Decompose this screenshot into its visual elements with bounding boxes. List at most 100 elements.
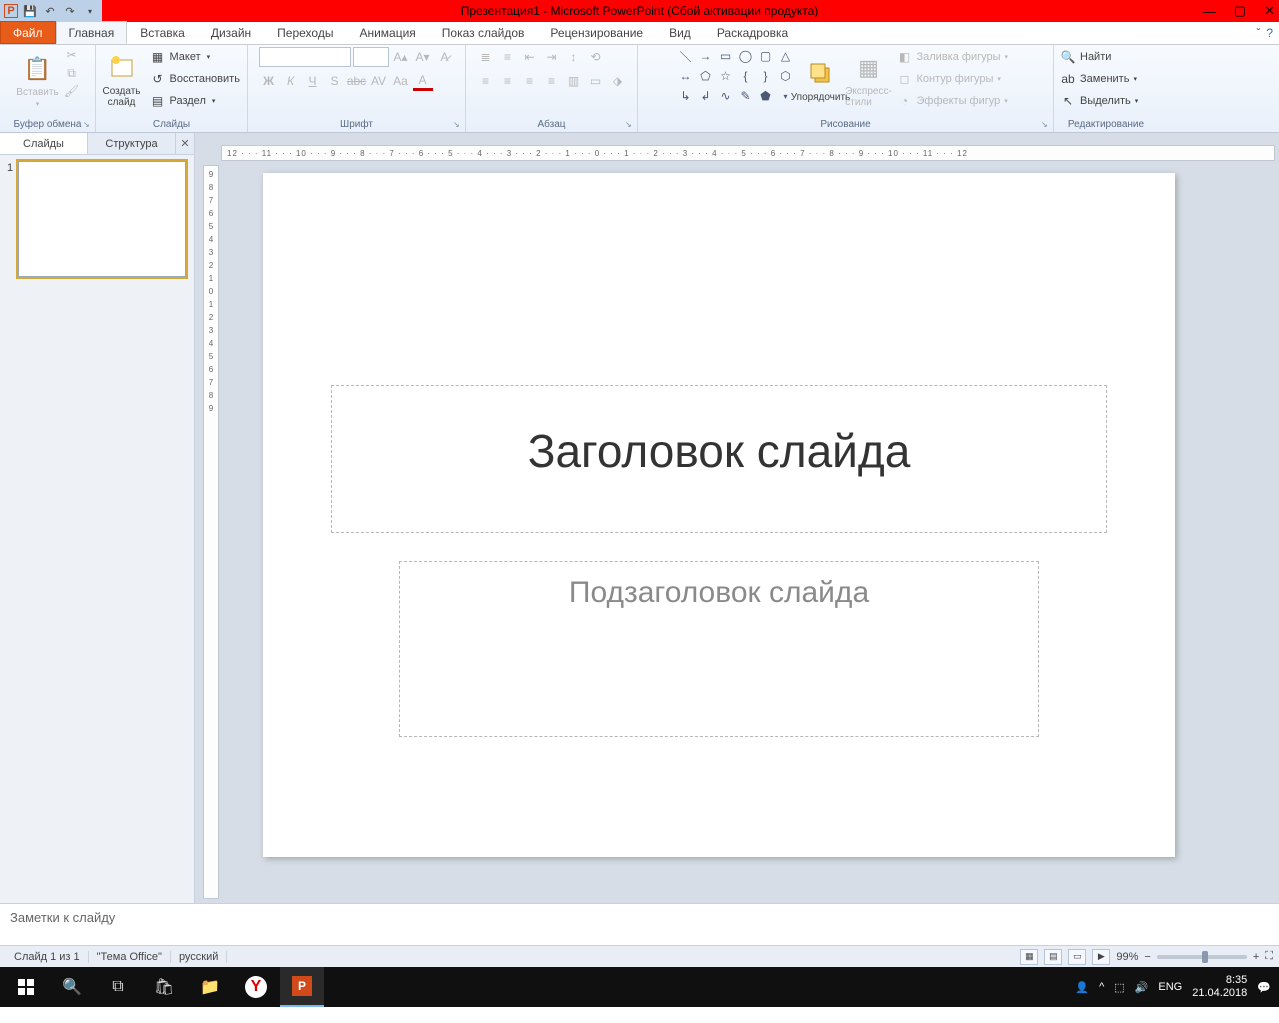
- slideshow-view-icon[interactable]: ▶: [1092, 949, 1110, 965]
- align-center-icon[interactable]: ≡: [498, 71, 518, 91]
- font-size-select[interactable]: [353, 47, 389, 67]
- shape-star-icon[interactable]: ☆: [717, 67, 735, 85]
- zoom-slider[interactable]: [1157, 955, 1247, 959]
- store-icon[interactable]: 🛍: [142, 967, 186, 1007]
- tab-insert[interactable]: Вставка: [127, 21, 198, 44]
- shape-effects-button[interactable]: ◔Эффекты фигур▾: [895, 91, 1015, 111]
- new-slide-button[interactable]: Создать слайд: [100, 47, 144, 113]
- tab-home[interactable]: Главная: [56, 21, 128, 44]
- zoom-percent[interactable]: 99%: [1116, 951, 1138, 963]
- shadow-icon[interactable]: S: [325, 71, 345, 91]
- underline-icon[interactable]: Ч: [303, 71, 323, 91]
- shape-outline-button[interactable]: ◻Контур фигуры▾: [895, 69, 1015, 89]
- shapes-gallery[interactable]: ＼ → ▭ ◯ ▢ △ ↔ ⬠ ☆ { } ⬡ ↳ ↲ ∿ ✎ ⬟ ▾: [677, 47, 795, 105]
- tab-transitions[interactable]: Переходы: [264, 21, 346, 44]
- shape-line-icon[interactable]: ＼: [677, 47, 695, 65]
- line-spacing-icon[interactable]: ↕: [564, 47, 584, 67]
- fit-to-window-icon[interactable]: ⛶: [1265, 950, 1273, 963]
- shape-fill-button[interactable]: ◧Заливка фигуры▾: [895, 47, 1015, 67]
- tray-up-icon[interactable]: ^: [1099, 981, 1104, 993]
- select-button[interactable]: ↖Выделить▾: [1058, 91, 1154, 111]
- tab-outline[interactable]: Структура: [88, 133, 176, 154]
- shape-brace2-icon[interactable]: }: [757, 67, 775, 85]
- task-view-icon[interactable]: ⧉: [96, 967, 140, 1007]
- ribbon-collapse-icon[interactable]: ˇ: [1256, 26, 1260, 40]
- sorter-view-icon[interactable]: ▤: [1044, 949, 1062, 965]
- indent-dec-icon[interactable]: ⇤: [520, 47, 540, 67]
- indent-inc-icon[interactable]: ⇥: [542, 47, 562, 67]
- paragraph-launcher-icon[interactable]: ↘: [625, 120, 635, 130]
- tab-slides-thumb[interactable]: Слайды: [0, 133, 88, 154]
- search-icon[interactable]: 🔍: [50, 967, 94, 1007]
- subtitle-placeholder[interactable]: Подзаголовок слайда: [399, 561, 1039, 737]
- shape-callout-icon[interactable]: ⬠: [697, 67, 715, 85]
- redo-icon[interactable]: ↷: [62, 3, 78, 19]
- minimize-button[interactable]: —: [1203, 4, 1216, 19]
- panel-close-icon[interactable]: ✕: [176, 133, 194, 154]
- align-text-icon[interactable]: ▭: [586, 71, 606, 91]
- copy-icon[interactable]: ⧉: [64, 65, 80, 81]
- shape-rrect-icon[interactable]: ▢: [757, 47, 775, 65]
- reading-view-icon[interactable]: ▭: [1068, 949, 1086, 965]
- title-placeholder[interactable]: Заголовок слайда: [331, 385, 1107, 533]
- tab-slideshow[interactable]: Показ слайдов: [429, 21, 538, 44]
- arrange-button[interactable]: Упорядочить: [799, 47, 843, 113]
- slide-thumbnail-1[interactable]: 1: [18, 161, 186, 277]
- save-icon[interactable]: 💾: [22, 3, 38, 19]
- zoom-out-icon[interactable]: −: [1144, 951, 1150, 963]
- numbering-icon[interactable]: ≡: [498, 47, 518, 67]
- format-painter-icon[interactable]: 🖌: [64, 83, 80, 99]
- tab-design[interactable]: Дизайн: [198, 21, 264, 44]
- powerpoint-taskbar-icon[interactable]: P: [280, 967, 324, 1007]
- smartart-icon[interactable]: ⬗: [608, 71, 628, 91]
- tab-animation[interactable]: Анимация: [346, 21, 428, 44]
- font-launcher-icon[interactable]: ↘: [453, 120, 463, 130]
- section-button[interactable]: ▤Раздел ▾: [148, 91, 244, 111]
- shape-connector1-icon[interactable]: ↳: [677, 87, 695, 105]
- font-family-select[interactable]: [259, 47, 351, 67]
- cut-icon[interactable]: ✂: [64, 47, 80, 63]
- justify-icon[interactable]: ≡: [542, 71, 562, 91]
- tab-file[interactable]: Файл: [0, 21, 56, 44]
- layout-button[interactable]: ▦Макет ▾: [148, 47, 244, 67]
- strikethrough-icon[interactable]: abc: [347, 71, 367, 91]
- start-button[interactable]: [4, 967, 48, 1007]
- notifications-icon[interactable]: 💬: [1257, 981, 1271, 994]
- shape-rect-icon[interactable]: ▭: [717, 47, 735, 65]
- shape-freeform-icon[interactable]: ✎: [737, 87, 755, 105]
- align-left-icon[interactable]: ≡: [476, 71, 496, 91]
- shape-oval-icon[interactable]: ◯: [737, 47, 755, 65]
- shape-triangle-icon[interactable]: △: [777, 47, 795, 65]
- italic-icon[interactable]: К: [281, 71, 301, 91]
- slide-canvas[interactable]: Заголовок слайда Подзаголовок слайда: [263, 173, 1175, 857]
- align-right-icon[interactable]: ≡: [520, 71, 540, 91]
- change-case-icon[interactable]: Aa: [391, 71, 411, 91]
- volume-icon[interactable]: 🔊: [1135, 981, 1149, 994]
- find-button[interactable]: 🔍Найти: [1058, 47, 1154, 67]
- shrink-font-icon[interactable]: A▾: [413, 47, 433, 67]
- text-direction-icon[interactable]: ⟲: [586, 47, 606, 67]
- tab-view[interactable]: Вид: [656, 21, 704, 44]
- undo-icon[interactable]: ↶: [42, 3, 58, 19]
- shape-arrow-icon[interactable]: →: [697, 47, 715, 65]
- shape-connector2-icon[interactable]: ↲: [697, 87, 715, 105]
- maximize-button[interactable]: ▢: [1234, 3, 1246, 19]
- normal-view-icon[interactable]: ▦: [1020, 949, 1038, 965]
- quick-styles-button[interactable]: ▦ Экспресс-стили: [847, 47, 891, 113]
- shape-more1-icon[interactable]: ⬡: [777, 67, 795, 85]
- bullets-icon[interactable]: ≣: [476, 47, 496, 67]
- shape-more2-icon[interactable]: ⬟: [757, 87, 775, 105]
- status-language[interactable]: русский: [171, 951, 227, 963]
- char-spacing-icon[interactable]: AV: [369, 71, 389, 91]
- people-icon[interactable]: 👤: [1075, 981, 1089, 994]
- font-color-icon[interactable]: A: [413, 71, 433, 91]
- close-button[interactable]: ✕: [1264, 3, 1275, 19]
- drawing-launcher-icon[interactable]: ↘: [1041, 120, 1051, 130]
- zoom-in-icon[interactable]: +: [1253, 951, 1259, 963]
- shape-doublearrow-icon[interactable]: ↔: [677, 67, 695, 85]
- tab-storyboard[interactable]: Раскадровка: [704, 21, 801, 44]
- explorer-icon[interactable]: 📁: [188, 967, 232, 1007]
- yandex-icon[interactable]: Y: [234, 967, 278, 1007]
- network-icon[interactable]: ⬚: [1114, 981, 1124, 994]
- help-icon[interactable]: ?: [1266, 26, 1273, 40]
